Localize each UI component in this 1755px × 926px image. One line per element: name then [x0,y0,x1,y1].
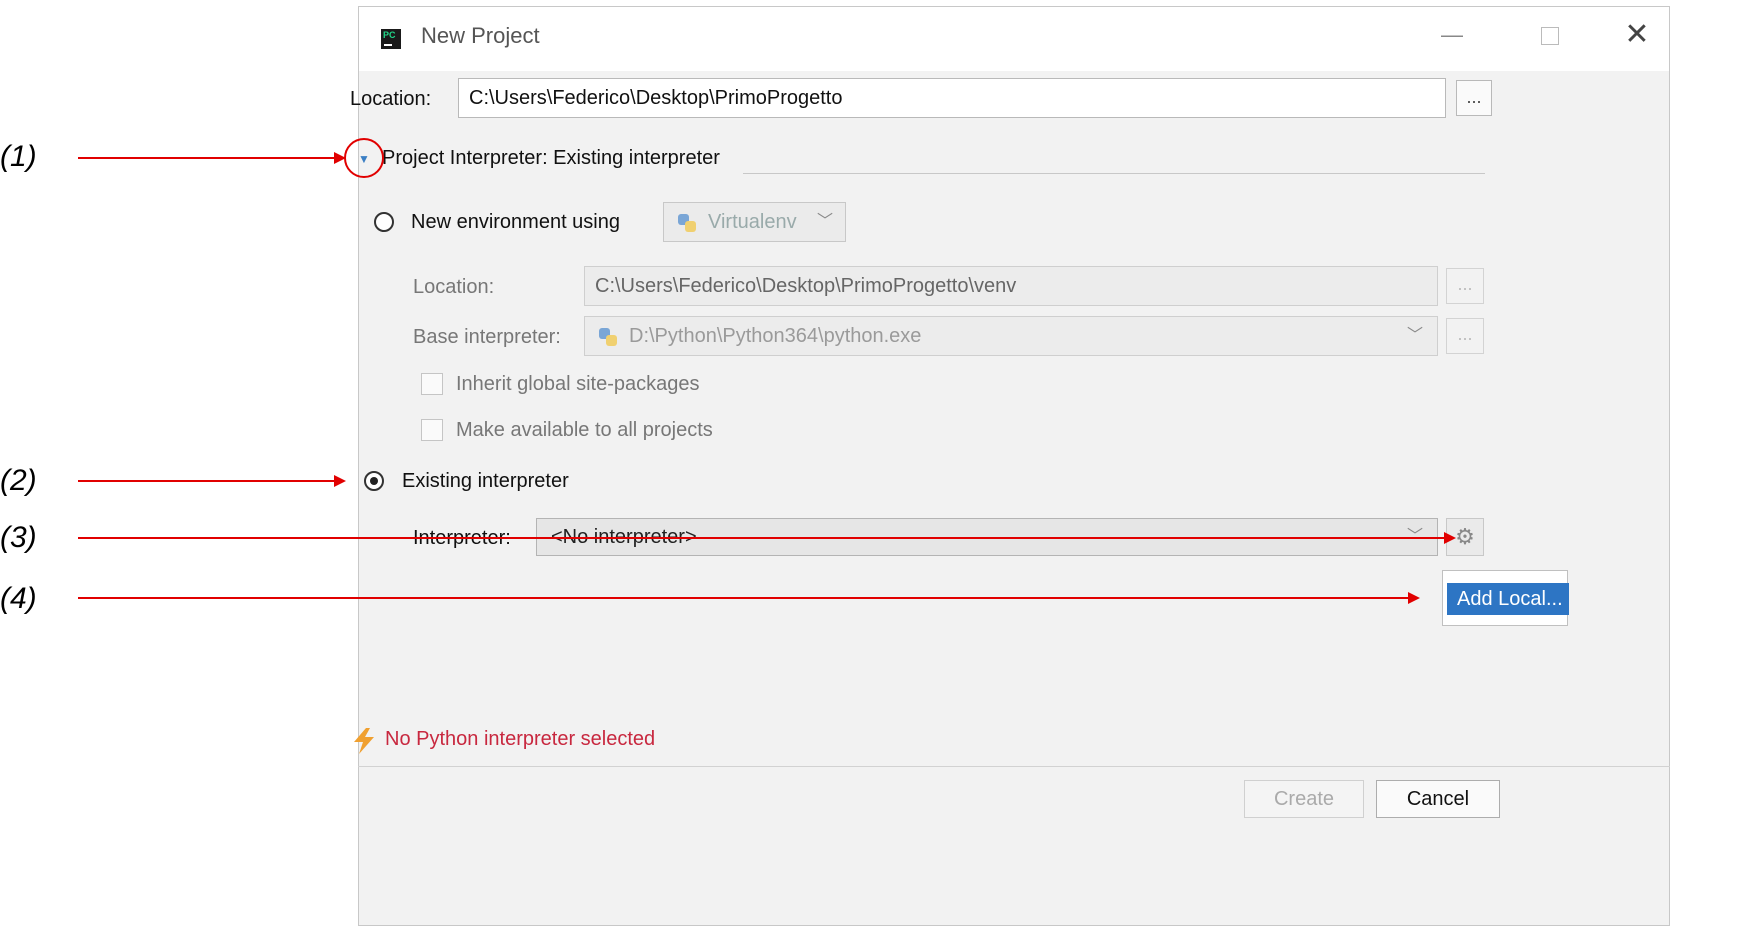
annotation-3-label: (3) [0,521,37,554]
venv-location-browse-button[interactable]: ... [1446,268,1484,304]
footer-divider [358,766,1670,767]
annotation-3-arrowhead [1444,532,1456,544]
chevron-down-icon: ﹀ [1406,327,1423,344]
base-interpreter-label: Base interpreter: [413,326,561,348]
interpreter-section-title[interactable]: Project Interpreter: Existing interprete… [382,147,720,170]
virtualenv-icon [678,214,696,232]
add-local-menu-item[interactable]: Add Local... [1447,583,1569,615]
title-bar: PC New Project — ✕ [359,7,1669,71]
lightning-warning-icon [354,728,374,754]
minimize-button[interactable]: — [1429,15,1475,55]
maximize-icon [1541,27,1559,46]
annotation-4-arrowhead [1408,592,1420,604]
annotation-4-label: (4) [0,582,37,615]
annotation-1-label: (1) [0,140,37,173]
python-icon [599,328,617,346]
environment-tool-select[interactable]: Virtualenv ﹀ [663,202,846,242]
new-environment-label: New environment using [411,211,620,233]
make-available-label: Make available to all projects [456,419,713,441]
existing-interpreter-radio[interactable] [364,471,384,491]
base-interpreter-select[interactable]: D:\Python\Python364\python.exe ﹀ [584,316,1438,356]
environment-tool-value: Virtualenv [708,211,797,233]
annotation-1-arrow-line [78,157,336,159]
pycharm-app-icon: PC [381,29,401,49]
section-divider [743,173,1485,174]
annotation-2-label: (2) [0,464,37,497]
no-interpreter-error: No Python interpreter selected [385,728,656,750]
base-interpreter-value: D:\Python\Python364\python.exe [629,325,922,347]
location-label: Location: [350,88,432,110]
make-available-checkbox[interactable] [421,419,443,441]
base-interpreter-browse-button[interactable]: ... [1446,318,1484,354]
interpreter-menu-popup: Add Local... [1442,570,1569,626]
inherit-packages-checkbox[interactable] [421,373,443,395]
annotation-3-arrow-line [78,537,1446,539]
annotation-4-arrow-line [78,597,1410,599]
location-browse-button[interactable]: ... [1456,80,1492,116]
venv-location-label: Location: [413,276,495,298]
window-title: New Project [421,23,540,48]
existing-interpreter-label: Existing interpreter [402,470,569,492]
inherit-packages-label: Inherit global site-packages [456,373,700,395]
new-environment-radio[interactable] [374,212,394,232]
annotation-1-circle [344,138,384,178]
close-button[interactable]: ✕ [1614,15,1660,55]
annotation-2-arrowhead [334,475,346,487]
radio-selected-dot [370,477,378,485]
gear-icon: ⚙ [1455,524,1475,549]
location-input[interactable]: C:\Users\Federico\Desktop\PrimoProgetto [458,78,1446,118]
maximize-button[interactable] [1527,15,1573,55]
create-button[interactable]: Create [1244,780,1364,818]
venv-location-input[interactable]: C:\Users\Federico\Desktop\PrimoProgetto\… [584,266,1438,306]
chevron-down-icon: ﹀ [816,213,833,230]
annotation-2-arrow-line [78,480,336,482]
cancel-button[interactable]: Cancel [1376,780,1500,818]
